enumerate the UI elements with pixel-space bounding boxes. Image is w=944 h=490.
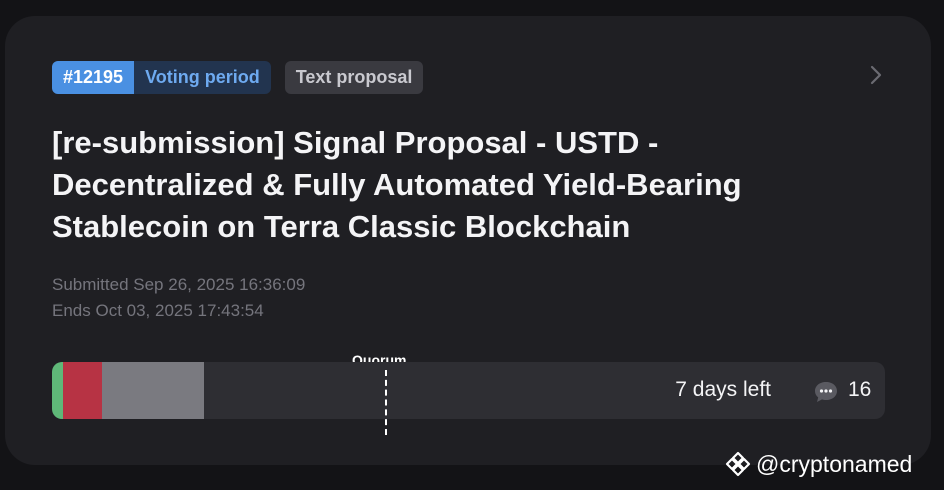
quorum-marker: [385, 370, 387, 435]
watermark: @cryptonamed: [724, 450, 912, 478]
proposal-type-badge: Text proposal: [284, 61, 424, 94]
binance-logo-icon: [725, 451, 751, 477]
comments-count[interactable]: 16: [848, 378, 871, 402]
vote-segment-yes: [52, 362, 63, 419]
end-date: Ends Oct 03, 2025 17:43:54: [52, 301, 264, 320]
chevron-right-icon[interactable]: [867, 64, 885, 86]
proposal-card[interactable]: #12195 Voting period Text proposal [re-s…: [5, 16, 931, 465]
submitted-date: Submitted Sep 26, 2025 16:36:09: [52, 275, 306, 294]
proposal-title[interactable]: [re-submission] Signal Proposal - USTD -…: [52, 122, 852, 248]
proposal-tags: #12195 Voting period Text proposal: [52, 61, 424, 94]
id-status-badge: #12195 Voting period: [52, 61, 271, 94]
speech-bubble-icon[interactable]: [813, 380, 839, 404]
status-badge: Voting period: [134, 61, 271, 94]
vote-segment-no: [63, 362, 102, 419]
watermark-handle: @cryptonamed: [756, 450, 913, 477]
days-left-label: 7 days left: [675, 378, 771, 401]
vote-segment-abstain: [102, 362, 204, 419]
proposal-id-badge: #12195: [52, 61, 135, 94]
proposal-dates: Submitted Sep 26, 2025 16:36:09 Ends Oct…: [52, 272, 305, 324]
